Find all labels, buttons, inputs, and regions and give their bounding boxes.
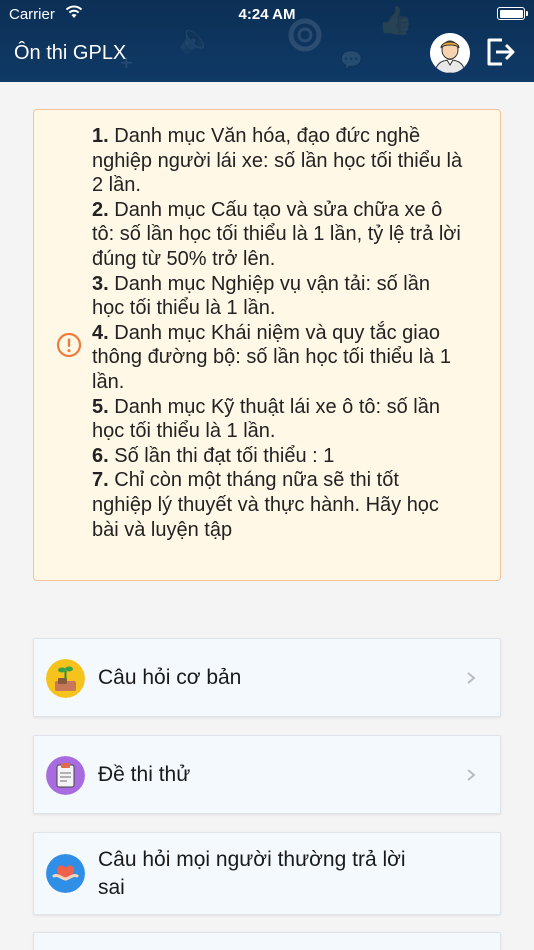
warning-icon [56,332,82,358]
requirement-item: 3. Danh mục Nghiệp vụ vận tải: số lần họ… [92,272,430,320]
battery-icon [497,7,528,20]
menu-item-label: Đề thi thử [98,763,191,786]
logout-icon[interactable] [484,35,518,69]
menu-item-label: Câu hỏi cơ bản [98,666,242,689]
menu-item-partial[interactable] [33,932,501,950]
chat-deco-icon: 💬 [340,50,363,70]
requirements-list: 1. Danh mục Văn hóa, đạo đức nghề nghiệp… [92,124,464,542]
requirement-item: 6. Số lần thi đạt tối thiểu : 1 [92,444,335,467]
requirement-item: 2. Danh mục Cấu tạo và sửa chữa xe ô tô:… [92,198,461,270]
clipboard-icon [46,756,85,795]
chevron-right-icon [467,769,476,781]
menu-item-label: Câu hỏi mọi người thường trả lời sai [98,848,406,899]
chevron-right-icon [467,672,476,684]
page-title: Ôn thi GPLX [14,42,127,64]
heart-hands-icon [46,854,85,893]
requirement-item: 7. Chỉ còn một tháng nữa sẽ thi tốt nghi… [92,469,439,541]
app-header: 🔈 👍 💬 + Carrier 4:24 AM Ôn thi GPLX [0,0,534,82]
requirement-item: 4. Danh mục Khái niệm và quy tắc giao th… [92,321,451,393]
plant-money-icon [46,659,85,698]
clock: 4:24 AM [238,6,296,23]
requirement-item: 1. Danh mục Văn hóa, đạo đức nghề nghiệp… [92,125,463,197]
menu-item-practice-test[interactable]: Đề thi thử [33,735,501,814]
requirement-item: 5. Danh mục Kỹ thuật lái xe ô tô: số lần… [92,395,440,443]
requirements-notice: 1. Danh mục Văn hóa, đạo đức nghề nghiệp… [33,109,501,581]
menu-item-basic-questions[interactable]: Câu hỏi cơ bản [33,638,501,717]
status-bar: Carrier 4:24 AM [0,0,534,28]
avatar-icon[interactable] [430,33,470,73]
menu-item-common-wrong-answers[interactable]: Câu hỏi mọi người thường trả lời sai [33,832,501,915]
